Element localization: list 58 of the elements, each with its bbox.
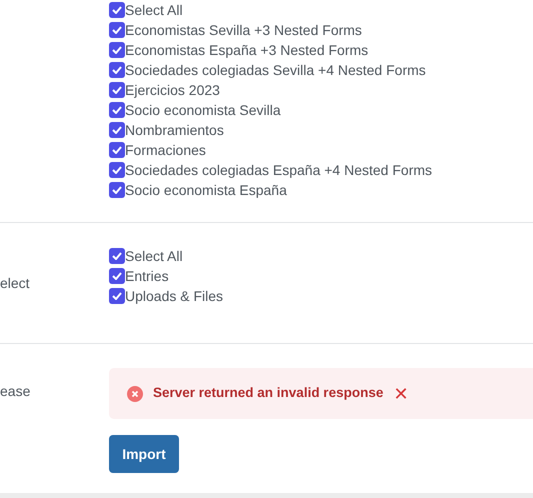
option-label: Economistas España +3 Nested Forms	[125, 40, 368, 60]
import-button[interactable]: Import	[109, 435, 179, 473]
checkbox-option[interactable]: Entries	[109, 266, 224, 286]
error-icon	[127, 386, 143, 402]
option-label: Uploads & Files	[125, 286, 224, 306]
checkbox-option[interactable]: Select All	[109, 246, 224, 266]
checkbox[interactable]	[109, 248, 125, 264]
checkbox-option[interactable]: Economistas España +3 Nested Forms	[109, 40, 533, 60]
field-label: ease	[0, 382, 32, 401]
option-label: Ejercicios 2023	[125, 80, 220, 100]
checkbox[interactable]	[109, 22, 125, 38]
checkbox[interactable]	[109, 122, 125, 138]
option-label: Sociedades colegiadas Sevilla +4 Nested Forms	[125, 60, 426, 80]
field-label: elect	[0, 274, 31, 292]
checkmark-icon	[112, 146, 122, 154]
checkbox[interactable]	[109, 182, 125, 198]
checkmark-icon	[112, 186, 122, 194]
checkmark-icon	[112, 166, 122, 174]
checkmark-icon	[112, 126, 122, 134]
option-label: Nombramientos	[125, 120, 224, 140]
option-label: Socio economista Sevilla	[125, 100, 281, 120]
checkmark-icon	[112, 252, 122, 260]
checkbox-option[interactable]: Uploads & Files	[109, 286, 224, 306]
checkbox-option[interactable]: Sociedades colegiadas Sevilla +4 Nested Forms	[109, 60, 533, 80]
checkbox[interactable]	[109, 42, 125, 58]
checkbox-option[interactable]: Sociedades colegiadas España +4 Nested Forms	[109, 160, 533, 180]
checkbox[interactable]	[109, 2, 125, 18]
option-label: Socio economista España	[125, 180, 287, 200]
checkmark-icon	[112, 66, 122, 74]
checkbox[interactable]	[109, 82, 125, 98]
checkbox[interactable]	[109, 268, 125, 284]
error-message: Server returned an invalid response	[153, 384, 384, 402]
checkbox[interactable]	[109, 62, 125, 78]
checkbox[interactable]	[109, 162, 125, 178]
option-label: Select All	[125, 246, 183, 266]
close-button[interactable]: ✕	[393, 384, 408, 402]
checkmark-icon	[112, 106, 122, 114]
checkbox-option[interactable]: Economistas Sevilla +3 Nested Forms	[109, 20, 533, 40]
option-label: Economistas Sevilla +3 Nested Forms	[125, 20, 362, 40]
checkmark-icon	[112, 86, 122, 94]
checkbox[interactable]	[109, 102, 125, 118]
checkmark-icon	[112, 6, 122, 14]
option-label: Entries	[125, 266, 169, 286]
option-label: Select All	[125, 0, 183, 20]
checkmark-icon	[112, 26, 122, 34]
checkmark-icon	[112, 292, 122, 300]
checkmark-icon	[112, 46, 122, 54]
checkbox-option[interactable]: Nombramientos	[109, 120, 533, 140]
option-label: Sociedades colegiadas España +4 Nested Forms	[125, 160, 432, 180]
checkbox-option[interactable]: Socio economista Sevilla	[109, 100, 533, 120]
checkbox-option[interactable]: Select All	[109, 0, 533, 20]
checkbox[interactable]	[109, 142, 125, 158]
checkbox-option[interactable]: Socio economista España	[109, 180, 533, 200]
checkmark-icon	[112, 272, 122, 280]
checkbox-option[interactable]: Ejercicios 2023	[109, 80, 533, 100]
checkbox[interactable]	[109, 288, 125, 304]
option-label: Formaciones	[125, 140, 206, 160]
checkbox-option[interactable]: Formaciones	[109, 140, 533, 160]
